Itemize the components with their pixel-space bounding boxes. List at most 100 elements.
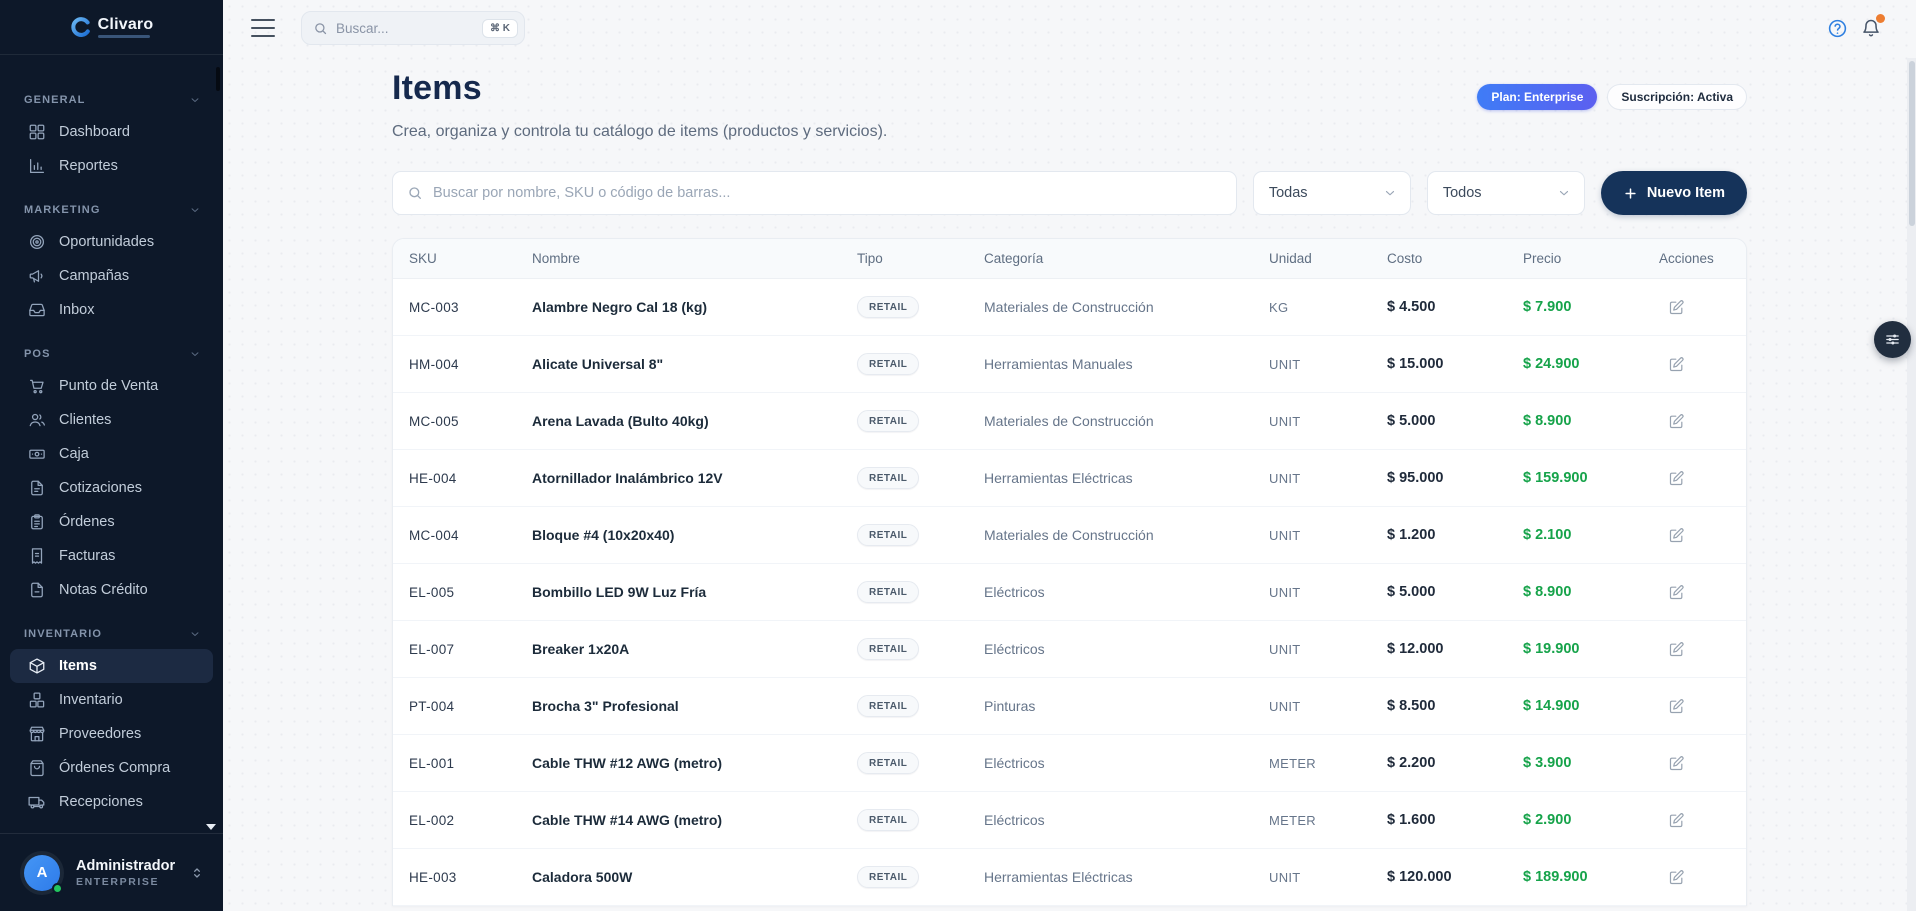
cell-nombre: Cable THW #14 AWG (metro) <box>532 812 723 828</box>
table-row[interactable]: EL-002 Cable THW #14 AWG (metro) RETAIL Elé… <box>393 792 1746 849</box>
edit-item-button[interactable] <box>1663 408 1689 434</box>
sidebar-section-general[interactable]: GENERAL <box>0 85 223 115</box>
edit-item-button[interactable] <box>1663 693 1689 719</box>
sidebar-item-label: Reportes <box>59 158 118 174</box>
items-search-input[interactable] <box>433 185 1222 201</box>
sidebar-item-inventario[interactable]: Inventario <box>10 683 213 717</box>
sidebar-item-campanas[interactable]: Campañas <box>10 259 213 293</box>
cell-categoria: Eléctricos <box>984 755 1045 771</box>
table-row[interactable]: PT-004 Brocha 3" Profesional RETAIL Pintura… <box>393 678 1746 735</box>
tipo-badge: RETAIL <box>857 695 920 717</box>
sidebar-item-oportunidades[interactable]: Oportunidades <box>10 225 213 259</box>
sidebar-item-notas-credito[interactable]: Notas Crédito <box>10 573 213 607</box>
user-menu[interactable]: A Administrador ENTERPRISE <box>0 833 223 911</box>
cell-tipo: RETAIL <box>857 809 984 831</box>
sidebar-item-cotizaciones[interactable]: Cotizaciones <box>10 471 213 505</box>
cell-precio: $ 159.900 <box>1523 470 1588 486</box>
sidebar-scrollbar-thumb[interactable] <box>216 67 220 91</box>
items-search[interactable] <box>392 171 1237 215</box>
tipo-badge: RETAIL <box>857 296 920 318</box>
chevron-down-icon <box>1559 190 1568 196</box>
cell-precio: $ 14.900 <box>1523 698 1580 714</box>
cell-categoria: Herramientas Eléctricas <box>984 470 1133 486</box>
hamburger-menu-button[interactable] <box>251 19 275 37</box>
category-filter-select[interactable]: Todas <box>1252 171 1411 215</box>
col-header-sku[interactable]: SKU <box>409 251 532 266</box>
cell-sku: HM-004 <box>409 356 459 372</box>
edit-item-button[interactable] <box>1663 807 1689 833</box>
sidebar-item-punto-de-venta[interactable]: Punto de Venta <box>10 369 213 403</box>
col-header-nombre[interactable]: Nombre <box>532 251 857 266</box>
cell-tipo: RETAIL <box>857 353 984 375</box>
notifications-button[interactable] <box>1854 11 1888 45</box>
page-scrollbar[interactable] <box>1907 58 1916 911</box>
col-header-precio[interactable]: Precio <box>1523 251 1659 266</box>
scroll-down-indicator[interactable] <box>206 824 216 830</box>
package-icon <box>28 657 46 675</box>
cell-categoria: Eléctricos <box>984 584 1045 600</box>
sidebar-section-contabilidad[interactable]: CONTABILIDAD <box>0 831 223 833</box>
global-search[interactable]: ⌘ K <box>301 11 525 45</box>
global-search-input[interactable] <box>336 20 474 36</box>
sidebar-item-label: Inventario <box>59 692 123 708</box>
sidebar-item-clientes[interactable]: Clientes <box>10 403 213 437</box>
help-button[interactable] <box>1820 11 1854 45</box>
col-header-tipo[interactable]: Tipo <box>857 251 984 266</box>
quick-settings-fab[interactable] <box>1874 321 1911 358</box>
edit-item-button[interactable] <box>1663 465 1689 491</box>
edit-item-button[interactable] <box>1663 351 1689 377</box>
cell-acciones <box>1659 807 1730 833</box>
sidebar-item-recepciones[interactable]: Recepciones <box>10 785 213 819</box>
tipo-badge: RETAIL <box>857 638 920 660</box>
topbar: ⌘ K <box>223 0 1916 56</box>
table-row[interactable]: EL-005 Bombillo LED 9W Luz Fría RETAIL Eléc… <box>393 564 1746 621</box>
edit-item-button[interactable] <box>1663 579 1689 605</box>
sidebar-item-label: Oportunidades <box>59 234 155 250</box>
cell-unidad: UNIT <box>1269 356 1301 372</box>
table-row[interactable]: MC-003 Alambre Negro Cal 18 (kg) RETAIL Mat… <box>393 279 1746 336</box>
table-row[interactable]: HE-003 Caladora 500W RETAIL Herramientas El… <box>393 849 1746 906</box>
sidebar-item-proveedores[interactable]: Proveedores <box>10 717 213 751</box>
col-header-categoria[interactable]: Categoría <box>984 251 1269 266</box>
type-filter-select[interactable]: Todos <box>1426 171 1585 215</box>
table-row[interactable]: EL-007 Breaker 1x20A RETAIL Eléctricos UNIT $… <box>393 621 1746 678</box>
edit-icon <box>1668 527 1685 544</box>
sidebar-item-dashboard[interactable]: Dashboard <box>10 115 213 149</box>
edit-icon <box>1668 755 1685 772</box>
file-minus-icon <box>28 581 46 599</box>
sidebar-item-items[interactable]: Items <box>10 649 213 683</box>
table-row[interactable]: HE-004 Atornillador Inalámbrico 12V RETAIL… <box>393 450 1746 507</box>
sidebar-section-pos[interactable]: POS <box>0 339 223 369</box>
cash-icon <box>28 445 46 463</box>
edit-item-button[interactable] <box>1663 750 1689 776</box>
cell-sku: EL-007 <box>409 641 455 657</box>
sidebar-section-inventario[interactable]: INVENTARIO <box>0 619 223 649</box>
sidebar-item-reportes[interactable]: Reportes <box>10 149 213 183</box>
cell-precio: $ 189.900 <box>1523 869 1588 885</box>
sidebar-item-inbox[interactable]: Inbox <box>10 293 213 327</box>
col-header-unidad[interactable]: Unidad <box>1269 251 1387 266</box>
sidebar-item-label: Órdenes Compra <box>59 760 171 776</box>
table-row[interactable]: HM-004 Alicate Universal 8" RETAIL Herramie… <box>393 336 1746 393</box>
col-header-costo[interactable]: Costo <box>1387 251 1523 266</box>
table-row[interactable]: MC-005 Arena Lavada (Bulto 40kg) RETAIL Mat… <box>393 393 1746 450</box>
new-item-button[interactable]: Nuevo Item <box>1600 171 1747 215</box>
sidebar-item-facturas[interactable]: Facturas <box>10 539 213 573</box>
scrollbar-thumb[interactable] <box>1908 61 1915 226</box>
edit-item-button[interactable] <box>1663 294 1689 320</box>
sidebar-section-marketing[interactable]: MARKETING <box>0 195 223 225</box>
cell-costo: $ 120.000 <box>1387 869 1452 885</box>
cell-acciones <box>1659 636 1730 662</box>
table-row[interactable]: EL-001 Cable THW #12 AWG (metro) RETAIL Elé… <box>393 735 1746 792</box>
user-name: Administrador <box>76 857 176 874</box>
cell-sku: HE-003 <box>409 869 457 885</box>
sidebar-item-ordenes[interactable]: Órdenes <box>10 505 213 539</box>
edit-item-button[interactable] <box>1663 864 1689 890</box>
sidebar-item-caja[interactable]: Caja <box>10 437 213 471</box>
cell-unidad: UNIT <box>1269 641 1301 657</box>
sidebar-item-ordenes-compra[interactable]: Órdenes Compra <box>10 751 213 785</box>
table-row[interactable]: MC-004 Bloque #4 (10x20x40) RETAIL Material… <box>393 507 1746 564</box>
edit-item-button[interactable] <box>1663 522 1689 548</box>
brand-logo[interactable]: Clivaro <box>0 0 223 55</box>
edit-item-button[interactable] <box>1663 636 1689 662</box>
